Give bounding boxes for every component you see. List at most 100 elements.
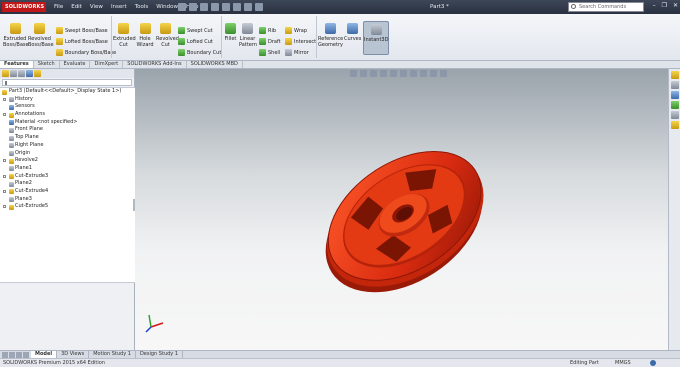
hole-wizard-button[interactable]: Hole Wizard — [136, 23, 154, 48]
tree-item-material[interactable]: Material <not specified> — [0, 119, 135, 127]
tree-root-part[interactable]: Part3 (Default<<Default>_Display State 1… — [0, 88, 135, 96]
tree-item-cut-extrude5[interactable]: Cut-Extrude5 — [0, 203, 135, 211]
expand-icon[interactable] — [3, 159, 6, 163]
units-selector[interactable]: MMGS — [615, 359, 631, 367]
tree-item-cut-extrude3[interactable]: Cut-Extrude3 — [0, 173, 135, 181]
tab-model[interactable]: Model — [31, 351, 58, 358]
pulley-model[interactable] — [298, 125, 510, 320]
swept-cut-button[interactable]: Swept Cut — [178, 27, 213, 34]
wrap-button[interactable]: Wrap — [285, 27, 307, 34]
select-icon[interactable] — [233, 3, 241, 11]
open-icon[interactable] — [189, 3, 197, 11]
tree-item-plane1[interactable]: Plane1 — [0, 165, 135, 173]
reference-geometry-button[interactable]: Reference Geometry — [318, 23, 343, 48]
expand-icon[interactable] — [3, 174, 6, 178]
last-tab-icon[interactable] — [23, 351, 29, 358]
close-icon[interactable]: ✕ — [673, 2, 678, 9]
swept-boss-button[interactable]: Swept Boss/Base — [56, 27, 108, 34]
new-document-icon[interactable] — [178, 3, 186, 11]
tab-sketch[interactable]: Sketch — [34, 61, 60, 68]
tree-item-cut-extrude4[interactable]: Cut-Extrude4 — [0, 188, 135, 196]
extruded-cut-button[interactable]: Extruded Cut — [113, 23, 136, 48]
part-icon — [2, 89, 7, 95]
extruded-boss-button[interactable]: Extruded Boss/Base — [3, 23, 29, 48]
linear-pattern-button[interactable]: Linear Pattern — [239, 23, 257, 48]
boundary-boss-button[interactable]: Boundary Boss/Base — [56, 49, 116, 56]
revolved-boss-button[interactable]: Revolved Boss/Base — [28, 23, 54, 48]
undo-icon[interactable] — [222, 3, 230, 11]
lofted-cut-button[interactable]: Lofted Cut — [178, 38, 213, 45]
tree-item-revolve2[interactable]: Revolve2 — [0, 157, 135, 165]
minimize-icon[interactable]: – — [653, 2, 656, 9]
curves-button[interactable]: Curves — [344, 23, 361, 42]
solidworks-logo: SOLIDWORKS — [2, 2, 46, 12]
save-icon[interactable] — [200, 3, 208, 11]
revolved-cut-button[interactable]: Revolved Cut — [156, 23, 179, 48]
tab-solidworks-add-ins[interactable]: SOLIDWORKS Add-Ins — [123, 61, 187, 68]
tree-filter-input[interactable] — [2, 79, 132, 86]
menu-tools[interactable]: Tools — [131, 0, 153, 14]
menu-view[interactable]: View — [86, 0, 107, 14]
solidworks-resources-icon[interactable] — [670, 71, 679, 79]
options-icon[interactable] — [255, 3, 263, 11]
shell-icon — [259, 49, 266, 56]
restore-icon[interactable]: ❐ — [662, 2, 667, 9]
tab-design-study-1[interactable]: Design Study 1 — [136, 351, 184, 358]
tab-motion-study-1[interactable]: Motion Study 1 — [89, 351, 136, 358]
tab-features[interactable]: Features — [0, 61, 34, 68]
fillet-button[interactable]: Fillet — [223, 23, 238, 42]
shell-button[interactable]: Shell — [259, 49, 280, 56]
tab-dimxpert[interactable]: DimXpert — [90, 61, 124, 68]
expand-icon[interactable] — [3, 113, 6, 117]
first-tab-icon[interactable] — [2, 351, 8, 358]
draft-button[interactable]: Draft — [259, 38, 281, 45]
print-icon[interactable] — [211, 3, 219, 11]
tab-evaluate[interactable]: Evaluate — [60, 61, 91, 68]
appearances-icon[interactable] — [670, 111, 679, 119]
tree-item-plane2[interactable]: Plane2 — [0, 180, 135, 188]
material-icon — [9, 120, 14, 126]
expand-icon[interactable] — [3, 205, 6, 209]
design-library-icon[interactable] — [670, 81, 679, 89]
intersect-button[interactable]: Intersect — [285, 38, 316, 45]
view-palette-icon[interactable] — [670, 101, 679, 109]
dimxpert-manager-icon[interactable] — [26, 70, 33, 77]
configuration-manager-icon[interactable] — [18, 70, 25, 77]
next-tab-icon[interactable] — [16, 351, 22, 358]
search-commands-input[interactable]: Search Commands — [568, 2, 644, 12]
property-manager-icon[interactable] — [10, 70, 17, 77]
tree-item-origin[interactable]: Origin — [0, 150, 135, 158]
plane-icon — [9, 143, 14, 149]
tree-item-plane3[interactable]: Plane3 — [0, 196, 135, 204]
lofted-boss-button[interactable]: Lofted Boss/Base — [56, 38, 108, 45]
custom-properties-icon[interactable] — [670, 121, 679, 129]
tab-solidworks-mbd[interactable]: SOLIDWORKS MBD — [187, 61, 243, 68]
linear-pattern-icon — [242, 23, 253, 34]
tree-item-right-plane[interactable]: Right Plane — [0, 142, 135, 150]
menu-insert[interactable]: Insert — [107, 0, 131, 14]
tab-3d-views[interactable]: 3D Views — [57, 351, 90, 358]
expand-icon[interactable] — [3, 189, 6, 193]
feature-manager-icon[interactable] — [2, 70, 9, 77]
lofted-cut-icon — [178, 38, 185, 45]
plane-icon — [9, 135, 14, 141]
menu-file[interactable]: File — [50, 0, 67, 14]
menu-edit[interactable]: Edit — [67, 0, 86, 14]
tree-item-sensors[interactable]: Sensors — [0, 103, 135, 111]
instant3d-button[interactable]: Instant3D — [363, 21, 389, 55]
display-manager-icon[interactable] — [34, 70, 41, 77]
tree-item-top-plane[interactable]: Top Plane — [0, 134, 135, 142]
tree-item-annotations[interactable]: Annotations — [0, 111, 135, 119]
graphics-area[interactable] — [135, 69, 668, 350]
rebuild-icon[interactable] — [244, 3, 252, 11]
expand-icon[interactable] — [3, 97, 6, 101]
rib-button[interactable]: Rib — [259, 27, 276, 34]
file-explorer-icon[interactable] — [670, 91, 679, 99]
tree-item-front-plane[interactable]: Front Plane — [0, 126, 135, 134]
cut-extrude-icon — [9, 174, 14, 180]
previous-tab-icon[interactable] — [9, 351, 15, 358]
help-icon[interactable] — [650, 360, 656, 366]
boundary-cut-button[interactable]: Boundary Cut — [178, 49, 221, 56]
tree-item-history[interactable]: History — [0, 96, 135, 104]
mirror-button[interactable]: Mirror — [285, 49, 309, 56]
